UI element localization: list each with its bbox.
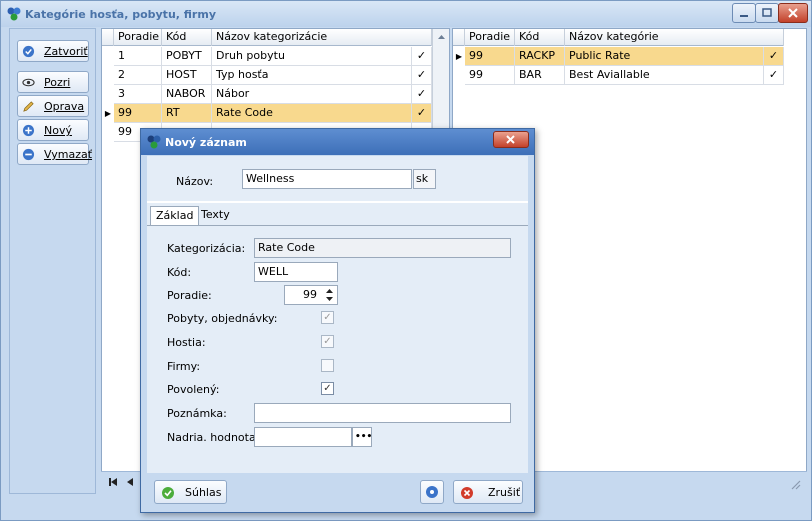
language-button[interactable]: sk — [413, 169, 436, 189]
pobyty-label: Pobyty, objednávky: — [167, 312, 278, 325]
checkmark-icon: ✓ — [412, 66, 432, 85]
kategorizacia-label: Kategorizácia: — [167, 242, 246, 255]
col-nazov[interactable]: Názov kategorizácie — [212, 29, 432, 46]
delete-button[interactable]: Vymazať — [17, 143, 93, 165]
close-icon — [788, 8, 798, 18]
tab-page-zaklad: Kategorizácia: Rate Code Kód: WELL Porad… — [147, 225, 528, 473]
maximize-button[interactable] — [755, 3, 779, 23]
table-row-selected[interactable]: ▶ 99 RACKP Public Rate ✓ — [453, 47, 784, 66]
grid1-header: Poradie Kód Názov kategorizácie — [102, 29, 432, 46]
dialog-close-button[interactable] — [493, 131, 529, 148]
new-button[interactable]: Nový — [17, 119, 89, 141]
check-circle-icon — [162, 487, 174, 499]
kategorizacia-field: Rate Code — [254, 238, 511, 258]
edit-label: Oprava — [44, 100, 85, 113]
kod-input[interactable]: WELL — [254, 262, 338, 282]
view-label: Pozri — [44, 76, 71, 89]
table-row[interactable]: 3 NABOR Nábor ✓ — [102, 85, 432, 104]
hostia-label: Hostia: — [167, 336, 206, 349]
povoleny-label: Povolený: — [167, 383, 220, 396]
new-label: Nový — [44, 124, 72, 137]
dialog-body: Názov: Wellness sk Základ Texty Kategori… — [147, 156, 528, 473]
cancel-label: Zrušiť — [488, 486, 521, 499]
dialog-title-bar: Nový záznam — [141, 129, 534, 155]
edit-button[interactable]: Oprava — [17, 95, 89, 117]
row-pointer-icon: ▶ — [104, 109, 112, 118]
col-kod[interactable]: Kód — [515, 29, 565, 46]
pobyty-checkbox[interactable]: ✓ — [321, 311, 334, 324]
scroll-up-icon[interactable] — [433, 29, 450, 45]
table-row-selected[interactable]: ▶ 99 RT Rate Code ✓ — [102, 104, 432, 123]
ok-label: Súhlas — [185, 486, 222, 499]
check-circle-icon — [22, 45, 35, 58]
close-action-button[interactable]: Zatvoriť — [17, 40, 89, 62]
help-button[interactable] — [420, 480, 444, 504]
firmy-checkbox[interactable] — [321, 359, 334, 372]
ellipsis-button[interactable]: ••• — [352, 427, 372, 447]
title-bar: Kategórie hosťa, pobytu, firmy — [1, 1, 811, 27]
poznamka-label: Poznámka: — [167, 407, 227, 420]
table-row[interactable]: 1 POBYT Druh pobytu ✓ — [102, 47, 432, 66]
nadria-input[interactable] — [254, 427, 352, 447]
close-action-label: Zatvoriť — [44, 45, 88, 58]
checkmark-icon: ✓ — [412, 85, 432, 104]
tab-zaklad[interactable]: Základ — [150, 206, 200, 225]
col-poradie[interactable]: Poradie — [465, 29, 515, 46]
kod-label: Kód: — [167, 266, 192, 279]
spin-arrows-icon[interactable] — [323, 286, 336, 304]
eye-icon — [22, 78, 35, 87]
name-area: Názov: Wellness sk — [147, 156, 528, 201]
dialog-footer: Súhlas Zrušiť — [147, 476, 528, 508]
checkmark-icon: ✓ — [412, 104, 432, 123]
cancel-button[interactable]: Zrušiť — [453, 480, 523, 504]
nazov-label: Názov: — [176, 175, 214, 188]
table-row[interactable]: 99 BAR Best Aviallable ✓ — [453, 66, 784, 85]
window-title: Kategórie hosťa, pobytu, firmy — [25, 8, 216, 21]
pencil-icon — [23, 101, 34, 112]
checkmark-icon: ✓ — [764, 66, 784, 85]
prev-record-icon[interactable] — [125, 476, 135, 488]
plus-circle-icon — [22, 124, 35, 137]
view-button[interactable]: Pozri — [17, 71, 89, 93]
action-panel: Zatvoriť Pozri Oprava Nový Vymazať — [9, 28, 96, 494]
minimize-button[interactable] — [732, 3, 756, 23]
checkmark-icon: ✓ — [764, 47, 784, 66]
nadria-label: Nadria. hodnota: — [167, 431, 260, 444]
close-button[interactable] — [778, 3, 808, 23]
hostia-checkbox[interactable]: ✓ — [321, 335, 334, 348]
resize-grip-icon[interactable] — [789, 478, 801, 490]
dialog-tabs: Základ Texty — [147, 203, 528, 225]
firmy-label: Firmy: — [167, 360, 201, 373]
dialog-title: Nový záznam — [165, 136, 247, 149]
ok-button[interactable]: Súhlas — [154, 480, 227, 504]
new-record-dialog: Nový záznam Názov: Wellness sk Základ Te… — [140, 128, 535, 513]
col-poradie[interactable]: Poradie — [114, 29, 162, 46]
povoleny-checkbox[interactable]: ✓ — [321, 382, 334, 395]
table-row[interactable]: 2 HOST Typ hosťa ✓ — [102, 66, 432, 85]
close-icon — [506, 135, 515, 144]
maximize-icon — [762, 8, 772, 17]
app-icon — [147, 135, 161, 149]
col-nazov[interactable]: Názov kategórie — [565, 29, 784, 46]
minimize-icon — [740, 15, 748, 17]
nazov-input[interactable]: Wellness — [242, 169, 412, 189]
help-icon — [426, 486, 438, 498]
grid2-header: Poradie Kód Názov kategórie — [453, 29, 784, 46]
tab-texty[interactable]: Texty — [196, 206, 235, 225]
col-kod[interactable]: Kód — [162, 29, 212, 46]
delete-label: Vymazať — [44, 148, 93, 161]
cancel-icon — [461, 487, 473, 499]
app-icon — [7, 7, 21, 21]
poradie-label: Poradie: — [167, 289, 212, 302]
first-record-icon[interactable] — [107, 476, 119, 488]
minus-circle-icon — [22, 148, 35, 161]
row-pointer-icon: ▶ — [455, 52, 463, 61]
checkmark-icon: ✓ — [412, 47, 432, 66]
poznamka-input[interactable] — [254, 403, 511, 423]
